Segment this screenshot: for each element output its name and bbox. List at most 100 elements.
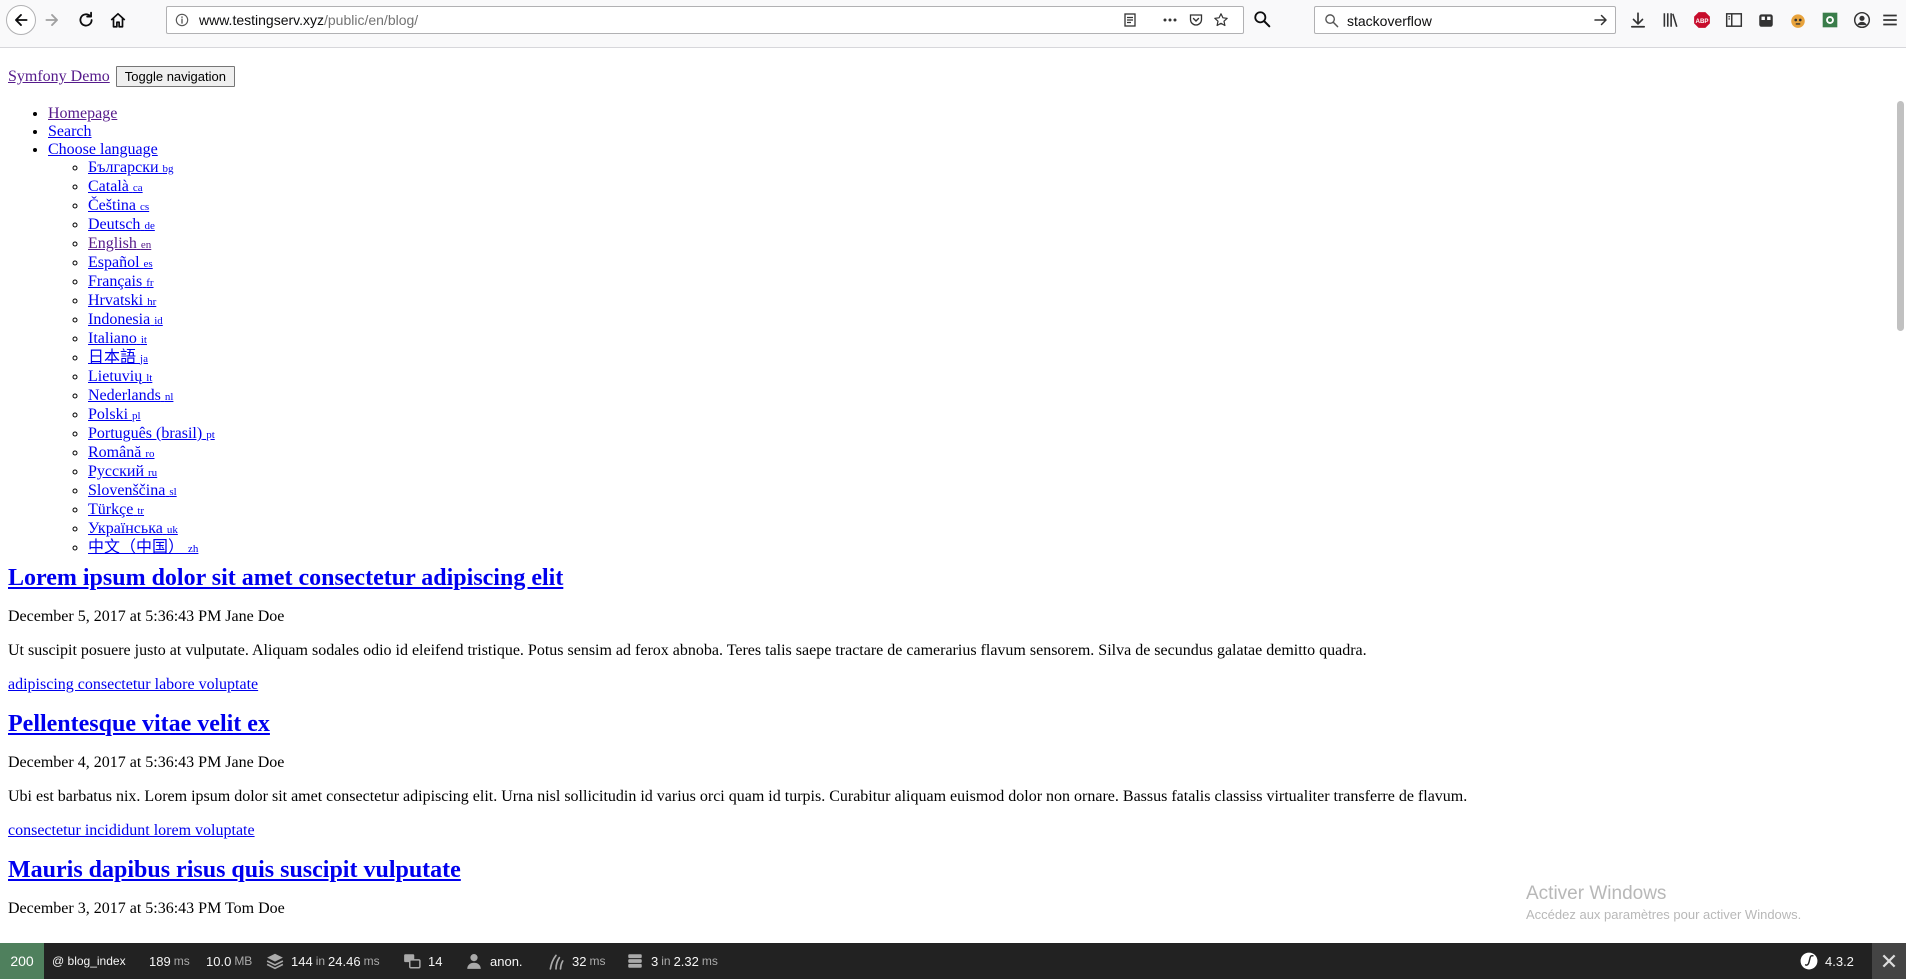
symfony-version[interactable]: 4.3.2 — [1800, 943, 1854, 979]
user-icon — [467, 954, 481, 969]
language-link[interactable]: Türkçe tr — [88, 501, 144, 518]
post-title-link[interactable]: Lorem ipsum dolor sit amet consectetur a… — [8, 565, 563, 591]
search-bar[interactable] — [1314, 6, 1616, 34]
memory-unit: MB — [234, 954, 253, 968]
home-button[interactable] — [104, 6, 132, 34]
language-item: 日本語 ja — [88, 349, 215, 368]
page-scrollbar[interactable] — [1894, 49, 1906, 943]
twig-panel[interactable]: 32 ms — [547, 943, 605, 979]
post-title: Mauris dapibus risus quis suscipit vulpu… — [8, 855, 1888, 885]
search-link[interactable]: Search — [48, 123, 92, 140]
pocket-icon[interactable] — [1188, 12, 1204, 28]
reader-view-icon[interactable] — [1122, 12, 1138, 28]
language-name: Română — [88, 444, 142, 461]
extension-button-1[interactable] — [1757, 11, 1775, 29]
search-go-arrow-icon[interactable] — [1593, 12, 1609, 28]
homepage-link[interactable]: Homepage — [48, 105, 117, 122]
translation-panel[interactable]: 14 — [403, 943, 442, 979]
memory-usage[interactable]: 10.0 MB — [206, 943, 252, 979]
language-link[interactable]: Čeština cs — [88, 197, 149, 214]
close-icon — [1882, 954, 1896, 968]
post-meta: December 4, 2017 at 5:36:43 PM Jane Doe — [8, 754, 285, 771]
site-info-icon[interactable] — [175, 13, 189, 27]
url-text[interactable]: www.testingserv.xyz/public/en/blog/ — [199, 7, 418, 33]
toggle-navigation-button[interactable]: Toggle navigation — [115, 66, 235, 87]
language-link-active[interactable]: English en — [88, 235, 151, 252]
page-actions-icon[interactable] — [1162, 12, 1178, 28]
language-name: 日本語 — [88, 349, 137, 366]
forward-arrow-icon — [45, 14, 58, 26]
language-link[interactable]: Italiano it — [88, 330, 147, 347]
language-code: cs — [140, 201, 150, 213]
language-item: Deutsch de — [88, 216, 215, 235]
language-name: 中文（中国） — [88, 539, 185, 556]
choose-language-link[interactable]: Choose language — [48, 141, 158, 158]
language-name: Türkçe — [88, 501, 134, 518]
library-button[interactable] — [1661, 11, 1679, 29]
menu-button[interactable] — [1881, 11, 1899, 29]
search-icon[interactable] — [1253, 10, 1271, 28]
header-brand-row: Symfony Demo Toggle navigation — [8, 66, 235, 87]
post-tags-link[interactable]: consectetur incididunt lorem voluptate — [8, 822, 255, 839]
language-link[interactable]: Français fr — [88, 273, 154, 290]
language-link[interactable]: Lietuvių lt — [88, 368, 152, 385]
database-panel[interactable]: 3 in 2.32 ms — [626, 943, 718, 979]
route-name[interactable]: @ blog_index — [52, 943, 126, 979]
language-code: zh — [188, 543, 199, 555]
language-link[interactable]: 中文（中国） zh — [88, 539, 198, 556]
language-link[interactable]: Català ca — [88, 178, 143, 195]
post-item: Lorem ipsum dolor sit amet consectetur a… — [8, 563, 1888, 695]
language-link[interactable]: Português (brasil) pt — [88, 425, 215, 442]
request-time[interactable]: 189 ms — [149, 943, 190, 979]
account-button[interactable] — [1853, 11, 1871, 29]
language-link[interactable]: Hrvatski hr — [88, 292, 156, 309]
language-item: Română ro — [88, 444, 215, 463]
language-name: Slovenščina — [88, 482, 166, 499]
language-link[interactable]: 日本語 ja — [88, 349, 148, 366]
post-meta: December 5, 2017 at 5:36:43 PM Jane Doe — [8, 608, 285, 625]
language-link[interactable]: Polski pl — [88, 406, 141, 423]
language-item: Italiano it — [88, 330, 215, 349]
extension-button-2[interactable] — [1789, 11, 1807, 29]
extension-button-3[interactable] — [1821, 11, 1839, 29]
language-name: Nederlands — [88, 387, 161, 404]
language-link[interactable]: Русский ru — [88, 463, 157, 480]
adblock-plus-button[interactable]: ABP — [1693, 11, 1711, 29]
post-tags-link[interactable]: adipiscing consectetur labore voluptate — [8, 676, 258, 693]
security-panel[interactable]: anon. — [465, 943, 523, 979]
language-link[interactable]: Nederlands nl — [88, 387, 173, 404]
language-link[interactable]: Українська uk — [88, 520, 178, 537]
address-bar[interactable]: www.testingserv.xyz/public/en/blog/ — [166, 6, 1244, 34]
adblock-plus-icon: ABP — [1694, 12, 1710, 28]
back-button[interactable] — [6, 5, 36, 35]
page-content: Symfony Demo Toggle navigation Homepage … — [0, 49, 1906, 943]
scrollbar-thumb[interactable] — [1897, 101, 1904, 331]
search-engine-icon[interactable] — [1324, 13, 1339, 28]
language-link[interactable]: Indonesia id — [88, 311, 163, 328]
cache-panel[interactable]: 144 in 24.46 ms — [266, 943, 380, 979]
reload-button[interactable] — [72, 6, 100, 34]
status-code-badge[interactable]: 200 — [0, 943, 44, 979]
language-link[interactable]: Slovenščina sl — [88, 482, 177, 499]
account-icon — [1853, 11, 1871, 29]
language-link[interactable]: Български bg — [88, 159, 174, 176]
url-path: /public/en/blog/ — [324, 12, 419, 28]
brand-link[interactable]: Symfony Demo — [8, 68, 110, 85]
forward-button[interactable] — [38, 6, 66, 34]
language-item: 中文（中国） zh — [88, 539, 215, 558]
language-item: Indonesia id — [88, 311, 215, 330]
language-name: Lietuvių — [88, 368, 143, 385]
language-link[interactable]: Español es — [88, 254, 153, 271]
abp-label: ABP — [1695, 18, 1708, 25]
downloads-button[interactable] — [1629, 11, 1647, 29]
toolbar-close-button[interactable] — [1872, 943, 1906, 979]
post-title-link[interactable]: Pellentesque vitae velit ex — [8, 711, 270, 737]
language-link[interactable]: Română ro — [88, 444, 155, 461]
bookmark-star-icon[interactable] — [1213, 12, 1229, 28]
search-input[interactable] — [1345, 10, 1579, 32]
language-item: Български bg — [88, 159, 215, 178]
sidebar-button[interactable] — [1725, 11, 1743, 29]
language-name: Hrvatski — [88, 292, 144, 309]
post-title-link[interactable]: Mauris dapibus risus quis suscipit vulpu… — [8, 857, 461, 883]
language-link[interactable]: Deutsch de — [88, 216, 155, 233]
